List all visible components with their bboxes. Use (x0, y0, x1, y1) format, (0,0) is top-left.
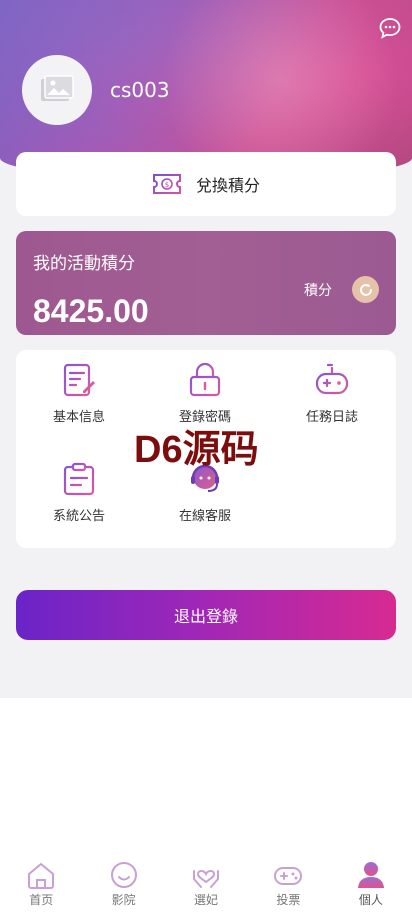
tab-label: 首页 (29, 893, 54, 907)
exchange-points-button[interactable]: $ 兌換積分 (16, 152, 396, 216)
menu-item-label: 基本信息 (52, 410, 105, 425)
menu-item-login-password[interactable]: 登錄密碼 (155, 362, 255, 425)
menu-item-announcements[interactable]: 系統公告 (29, 461, 129, 524)
tab-cinema[interactable]: 影院 (82, 855, 164, 915)
watermark: D6源码 (134, 429, 259, 471)
tab-label: 影院 (111, 893, 136, 907)
tab-select[interactable]: 選妃 (165, 855, 247, 915)
lock-icon (189, 362, 221, 397)
svg-text:$: $ (165, 181, 169, 189)
menu-item-task-log[interactable]: 任務日誌 (282, 362, 382, 425)
tab-profile[interactable]: 個人 (330, 855, 412, 915)
points-unit: 積分 (304, 283, 332, 299)
clipboard-icon (63, 462, 95, 496)
menu-item-label: 系統公告 (52, 509, 105, 524)
refresh-points-button[interactable] (352, 276, 379, 303)
tab-home[interactable]: 首页 (0, 855, 82, 915)
refresh-icon (359, 283, 372, 296)
edit-document-icon (63, 363, 95, 397)
heart-hands-icon (193, 870, 220, 888)
image-placeholder-icon (41, 75, 74, 101)
bottom-tab-bar: 首页 影院 選妃 投票 個人 (0, 855, 412, 915)
tab-vote[interactable]: 投票 (247, 855, 329, 915)
tab-label: 投票 (276, 893, 301, 907)
person-icon (357, 862, 384, 888)
tab-label: 選妃 (194, 893, 219, 907)
points-title: 我的活動積分 (33, 254, 135, 274)
username: cs003 (110, 78, 170, 102)
gamepad-icon (274, 867, 303, 885)
home-icon (28, 862, 55, 889)
points-value: 8425.00 (33, 293, 149, 329)
ticket-icon: $ (152, 174, 181, 194)
points-card: 我的活動積分 8425.00 積分 (16, 231, 396, 335)
logout-button[interactable]: 退出登錄 (16, 590, 396, 640)
tab-label: 個人 (358, 893, 383, 907)
gamepad-icon (315, 363, 349, 395)
chat-icon[interactable] (378, 16, 402, 40)
smile-icon (110, 862, 137, 888)
menu-item-label: 任務日誌 (305, 410, 358, 425)
menu-item-basic-info[interactable]: 基本信息 (29, 362, 129, 425)
exchange-label: 兌換積分 (195, 176, 260, 195)
menu-item-label: 在線客服 (178, 509, 231, 524)
avatar[interactable] (22, 55, 92, 125)
